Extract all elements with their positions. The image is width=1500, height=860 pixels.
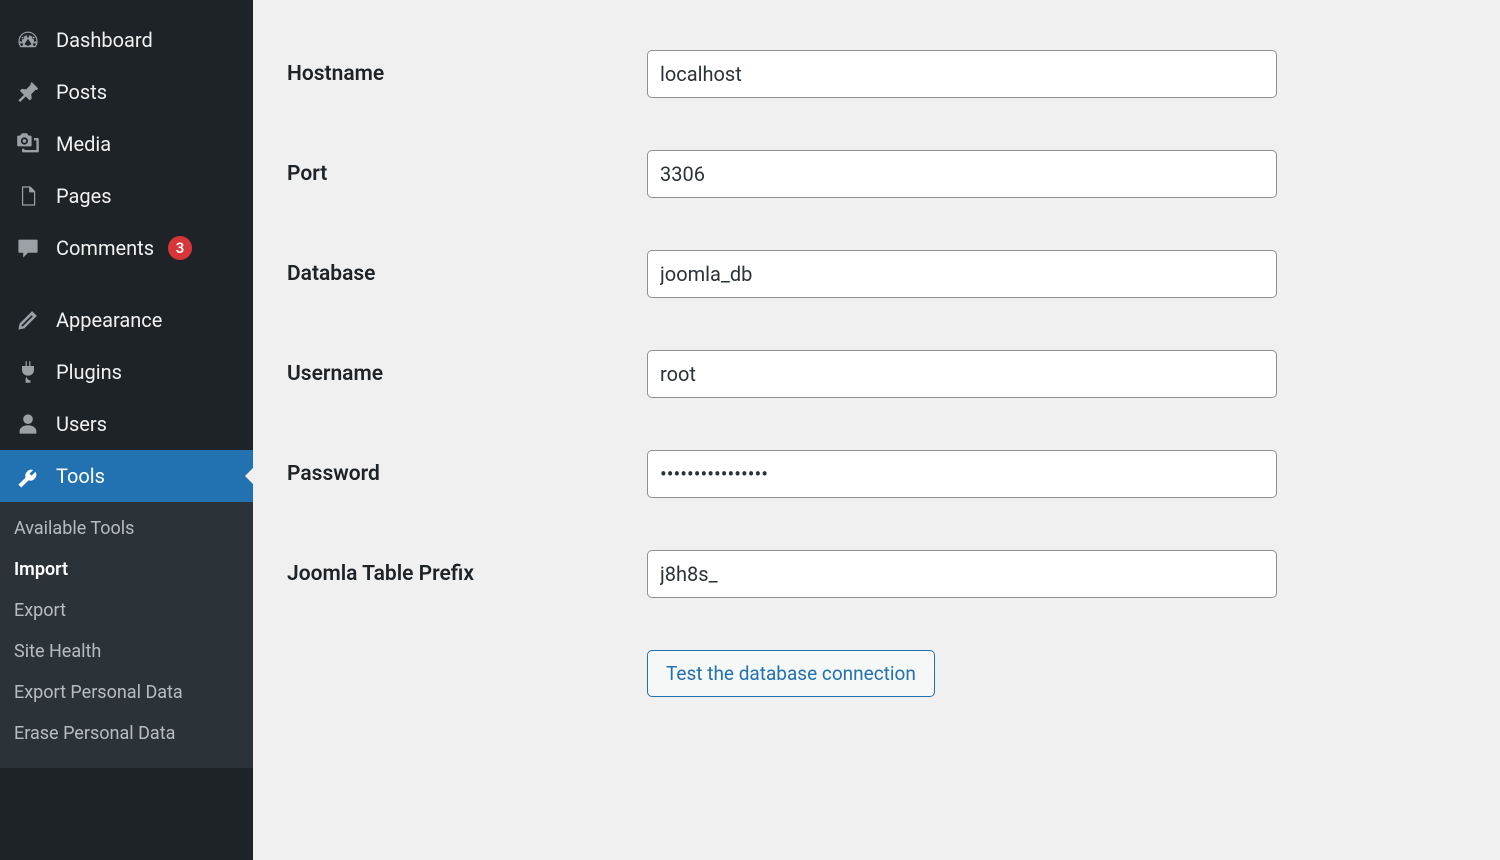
sidebar-item-label: Users (56, 412, 107, 436)
submenu-available-tools[interactable]: Available Tools (0, 508, 253, 549)
sidebar-item-posts[interactable]: Posts (0, 66, 253, 118)
submenu-erase-personal-data[interactable]: Erase Personal Data (0, 713, 253, 754)
plugins-icon (14, 358, 42, 386)
sidebar-item-users[interactable]: Users (0, 398, 253, 450)
hostname-label: Hostname (287, 62, 647, 86)
sidebar-item-plugins[interactable]: Plugins (0, 346, 253, 398)
password-label: Password (287, 462, 647, 486)
sidebar-item-dashboard[interactable]: Dashboard (0, 14, 253, 66)
pin-icon (14, 78, 42, 106)
sidebar-item-label: Pages (56, 184, 112, 208)
prefix-input[interactable] (647, 550, 1277, 598)
sidebar-item-label: Tools (56, 464, 105, 488)
username-input[interactable] (647, 350, 1277, 398)
sidebar-item-comments[interactable]: Comments 3 (0, 222, 253, 274)
database-label: Database (287, 262, 647, 286)
submenu-export-personal-data[interactable]: Export Personal Data (0, 672, 253, 713)
db-connection-form: Hostname Port Database Username Password… (287, 50, 1460, 697)
users-icon (14, 410, 42, 438)
submenu-export[interactable]: Export (0, 590, 253, 631)
appearance-icon (14, 306, 42, 334)
pages-icon (14, 182, 42, 210)
sidebar-item-appearance[interactable]: Appearance (0, 294, 253, 346)
password-input[interactable] (647, 450, 1277, 498)
media-icon (14, 130, 42, 158)
sidebar-item-pages[interactable]: Pages (0, 170, 253, 222)
port-input[interactable] (647, 150, 1277, 198)
sidebar-item-tools[interactable]: Tools (0, 450, 253, 502)
sidebar-item-label: Plugins (56, 360, 122, 384)
submenu-site-health[interactable]: Site Health (0, 631, 253, 672)
database-input[interactable] (647, 250, 1277, 298)
sidebar-item-label: Appearance (56, 308, 162, 332)
sidebar-item-label: Dashboard (56, 28, 153, 52)
dashboard-icon (14, 26, 42, 54)
username-label: Username (287, 362, 647, 386)
tools-icon (14, 462, 42, 490)
submenu-import[interactable]: Import (0, 549, 253, 590)
admin-sidebar: Dashboard Posts Media Pages Comments 3 A… (0, 0, 253, 860)
sidebar-item-label: Posts (56, 80, 107, 104)
comments-icon (14, 234, 42, 262)
sidebar-item-label: Media (56, 132, 111, 156)
tools-submenu: Available Tools Import Export Site Healt… (0, 502, 253, 768)
comments-badge: 3 (168, 236, 192, 260)
sidebar-item-label: Comments (56, 236, 154, 260)
content-area: Hostname Port Database Username Password… (253, 0, 1500, 860)
hostname-input[interactable] (647, 50, 1277, 98)
prefix-label: Joomla Table Prefix (287, 562, 647, 586)
test-connection-button[interactable]: Test the database connection (647, 650, 935, 697)
port-label: Port (287, 162, 647, 186)
sidebar-item-media[interactable]: Media (0, 118, 253, 170)
